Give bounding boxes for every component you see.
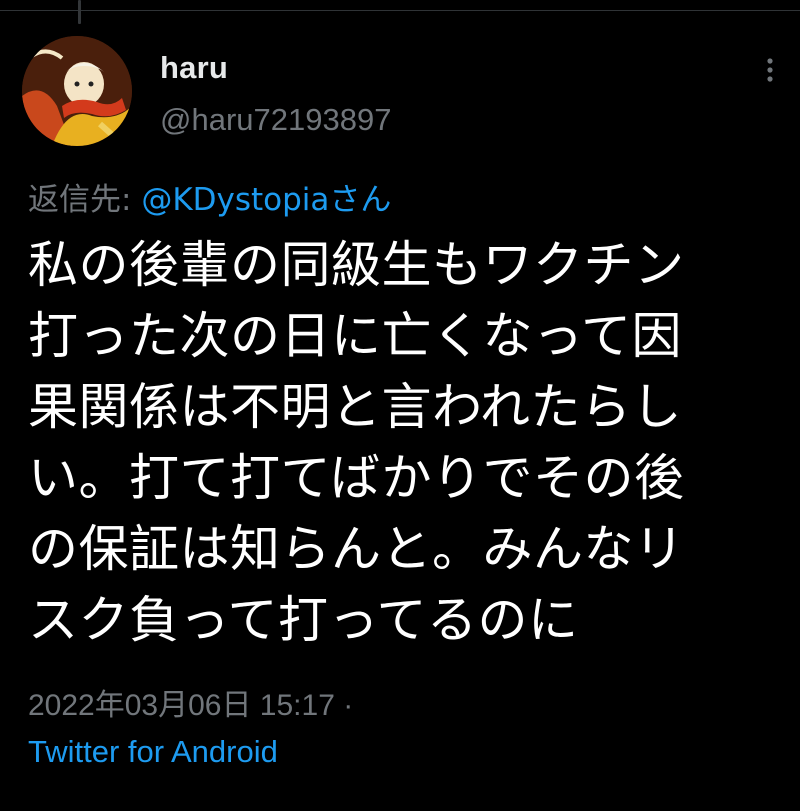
avatar[interactable]: [22, 36, 132, 146]
anime-character-avatar-icon: [22, 36, 132, 146]
tweet-body: 私の後輩の同級生もワクチン 打った次の日に亡くなって因 果関係は不明と言われたら…: [28, 230, 768, 656]
timestamp-row: 2022年03月06日 15:17 ·: [28, 680, 353, 724]
reply-to-mention-link[interactable]: @KDystopiaさん: [141, 182, 391, 218]
display-name[interactable]: haru: [160, 50, 228, 86]
tweet-text-line: スク負って打ってるのに: [28, 591, 579, 649]
tweet-text-line: 果関係は不明と言われたらし: [28, 378, 682, 436]
top-divider: [0, 10, 800, 11]
reply-context: 返信先: @KDystopiaさん: [28, 174, 391, 219]
tweet-text-line: 私の後輩の同級生もワクチン: [28, 236, 685, 294]
more-options-button[interactable]: [758, 56, 782, 84]
user-handle[interactable]: @haru72193897: [160, 102, 391, 138]
timestamp-separator: ·: [334, 689, 354, 722]
reply-prefix-label: 返信先:: [28, 182, 142, 218]
tweet-text-line: 打った次の日に亡くなって因: [28, 307, 682, 365]
tweet-text-line: の保証は知らんと。みんなリ: [28, 520, 685, 578]
more-vertical-icon: [767, 58, 773, 82]
timestamp-link[interactable]: 2022年03月06日 15:17: [28, 689, 335, 722]
tweet-text-line: い。打て打てばかりでその後: [28, 449, 685, 507]
thread-connector-line: [78, 0, 81, 24]
tweet-source-link[interactable]: Twitter for Android: [28, 734, 278, 770]
